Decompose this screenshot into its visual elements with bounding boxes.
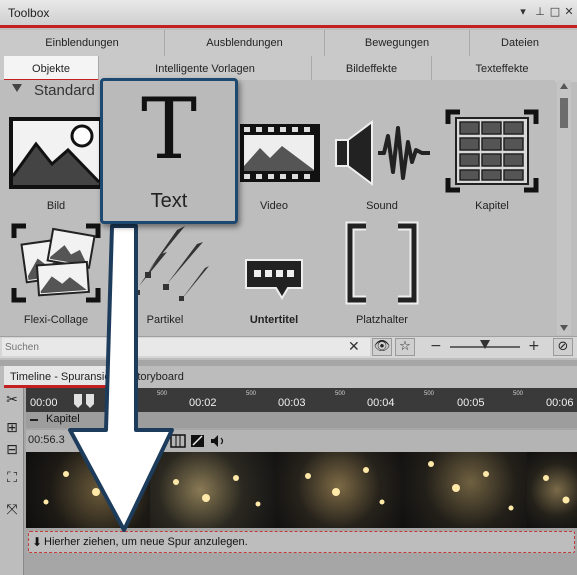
tile-bild[interactable]: Bild — [6, 114, 106, 220]
tile-label-bild: Bild — [46, 200, 66, 212]
tab-objekte[interactable]: Objekte — [4, 56, 99, 82]
add-track-icon[interactable]: ⊞ — [3, 420, 21, 438]
image-icon — [9, 117, 103, 189]
collapse-arrow-icon[interactable] — [12, 84, 22, 92]
tile-label-kapitel: Kapitel — [475, 200, 509, 212]
group-label-standard: Standard — [34, 82, 95, 99]
ruler-label-0004: 00:04 — [367, 397, 395, 409]
tab-row-1: Einblendungen Ausblendungen Bewegungen D… — [0, 30, 577, 56]
clear-search-icon[interactable]: ✕ — [348, 339, 360, 355]
speaker-icon — [335, 120, 430, 186]
pin-icon[interactable]: ⊥ — [533, 5, 547, 18]
ruler-sub-label: 500 — [513, 391, 524, 397]
tile-label-sound: Sound — [366, 200, 398, 212]
toolbox-title: Toolbox — [8, 6, 50, 20]
volume-icon — [211, 435, 218, 447]
scroll-thumb[interactable] — [560, 98, 568, 128]
tile-untertitel[interactable]: Untertitel — [224, 230, 324, 330]
dragged-tile-label: Text — [150, 190, 188, 212]
tab-ausblendungen[interactable]: Ausblendungen — [165, 30, 325, 56]
zoom-slider-thumb[interactable] — [480, 340, 490, 349]
close-icon[interactable]: ✕ — [562, 5, 576, 18]
ruler-label-0005: 00:05 — [457, 397, 485, 409]
scroll-down-icon[interactable] — [560, 325, 568, 331]
drag-arrow-icon — [68, 224, 174, 532]
tab-row-2: Objekte Intelligente Vorlagen Bildeffekt… — [0, 56, 577, 82]
tab-bewegungen[interactable]: Bewegungen — [325, 30, 470, 56]
ruler-sub-label: 500 — [335, 391, 346, 397]
favorites-star-icon[interactable]: ☆ — [395, 338, 415, 356]
tile-label-untertitel: Untertitel — [249, 314, 299, 326]
tab-dateien[interactable]: Dateien — [470, 30, 570, 56]
text-icon: T — [140, 80, 198, 178]
remove-track-icon[interactable]: ⊟ — [3, 442, 21, 460]
fit-timeline-icon[interactable]: ⤧ — [3, 502, 21, 520]
placeholder-icon — [345, 221, 419, 305]
ruler-sub-label: 500 — [424, 391, 435, 397]
timeline-tool-strip: ✂ ⊞ ⊟ ⛶ ⤧ — [0, 388, 24, 575]
scroll-up-icon[interactable] — [560, 83, 568, 89]
tile-label-video: Video — [260, 200, 288, 212]
tab-texteffekte[interactable]: Texteffekte — [432, 56, 572, 82]
eye-icon[interactable]: 👁 — [372, 338, 392, 356]
film-icon — [240, 124, 320, 182]
app-window: Toolbox ▾ ⊥ □ ✕ Einblendungen Ausblendun… — [0, 0, 577, 575]
dropdown-icon[interactable]: ▾ — [516, 5, 530, 18]
ruler-sub-label: 500 — [246, 391, 257, 397]
chapter-icon — [445, 109, 539, 193]
zoom-in-icon[interactable]: + — [528, 338, 540, 354]
collapse-track-icon[interactable] — [30, 419, 38, 421]
maximize-icon[interactable]: □ — [548, 5, 562, 18]
tile-video[interactable]: Video — [224, 114, 324, 220]
ruler-label-0003: 00:03 — [278, 397, 306, 409]
subtitle-icon — [245, 259, 303, 300]
expand-track-icon[interactable]: ⛶ — [3, 470, 21, 488]
tile-kapitel[interactable]: Kapitel — [442, 108, 542, 220]
zoom-out-icon[interactable]: − — [430, 338, 442, 354]
toolbox-header — [0, 0, 577, 28]
tile-label-platzhalter: Platzhalter — [356, 314, 408, 326]
zoom-fit-icon[interactable]: ⊘ — [553, 338, 573, 356]
ruler-label-0006: 00:06 — [546, 397, 574, 409]
tab-bildeffekte[interactable]: Bildeffekte — [312, 56, 432, 82]
toolbox-scrollbar[interactable] — [557, 80, 571, 335]
tile-platzhalter[interactable]: Platzhalter — [332, 220, 432, 330]
scissors-tool-icon[interactable]: ✂ — [3, 392, 21, 410]
tab-einblendungen[interactable]: Einblendungen — [0, 30, 165, 56]
tile-sound[interactable]: Sound — [332, 114, 432, 220]
